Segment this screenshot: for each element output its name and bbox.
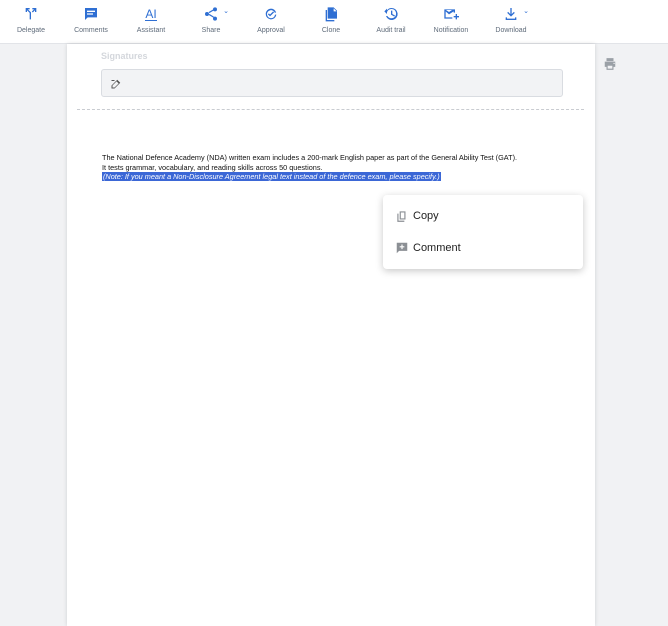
document-line-1: The National Defence Academy (NDA) writt… <box>102 153 518 162</box>
comments-icon <box>81 4 101 24</box>
menu-item-copy[interactable]: Copy <box>383 202 583 230</box>
clone-icon <box>321 4 341 24</box>
audit-trail-label: Audit trail <box>376 27 406 34</box>
menu-item-copy-label: Copy <box>413 210 439 222</box>
assistant-label: Assistant <box>136 27 166 34</box>
signature-pen-icon <box>110 77 122 89</box>
download-dropdown-chevron-icon: ⌄ <box>523 8 529 15</box>
approval-label: Approval <box>257 27 285 34</box>
delegate-button[interactable]: Delegate <box>1 4 61 40</box>
delegate-icon <box>21 4 41 24</box>
menu-item-comment-label: Comment <box>413 242 461 254</box>
share-dropdown-chevron-icon: ⌄ <box>223 8 229 15</box>
download-label: Download <box>495 27 527 34</box>
notification-icon <box>441 4 461 24</box>
audit-trail-icon <box>381 4 401 24</box>
assistant-button[interactable]: AI Assistant <box>121 4 181 40</box>
clone-button[interactable]: Clone <box>301 4 361 40</box>
notification-label: Notification <box>433 27 469 34</box>
signature-field[interactable] <box>101 69 563 97</box>
approval-icon <box>261 4 281 24</box>
assistant-ai-icon: AI <box>141 4 161 24</box>
share-label: Share <box>201 27 221 34</box>
share-icon: ⌄ <box>201 4 229 24</box>
add-comment-icon <box>395 241 409 255</box>
context-menu: Copy Comment <box>383 195 583 269</box>
document-line-3: (Note: If you meant a Non-Disclosure Agr… <box>102 172 572 182</box>
comments-button[interactable]: Comments <box>61 4 121 40</box>
approval-button[interactable]: Approval <box>241 4 301 40</box>
top-toolbar: Delegate Comments AI Assistant ⌄ Share A… <box>0 0 668 44</box>
download-icon: ⌄ <box>501 4 529 24</box>
notification-button[interactable]: Notification <box>421 4 481 40</box>
audit-trail-button[interactable]: Audit trail <box>361 4 421 40</box>
section-divider <box>77 109 584 110</box>
selected-note-text[interactable]: (Note: If you meant a Non-Disclosure Agr… <box>102 172 441 182</box>
share-button[interactable]: ⌄ Share <box>181 4 241 40</box>
document-page: Signatures The National Defence Academy … <box>67 44 595 626</box>
copy-icon <box>395 209 409 223</box>
delegate-label: Delegate <box>16 27 46 34</box>
menu-item-comment[interactable]: Comment <box>383 234 583 262</box>
document-body[interactable]: The National Defence Academy (NDA) writt… <box>102 153 572 182</box>
clone-label: Clone <box>321 27 341 34</box>
comments-label: Comments <box>74 27 108 34</box>
assistant-glyph: AI <box>145 6 157 21</box>
print-icon[interactable] <box>603 57 617 71</box>
document-line-2: It tests grammar, vocabulary, and readin… <box>102 162 323 172</box>
download-button[interactable]: ⌄ Download <box>481 4 541 40</box>
signatures-label: Signatures <box>101 51 148 61</box>
